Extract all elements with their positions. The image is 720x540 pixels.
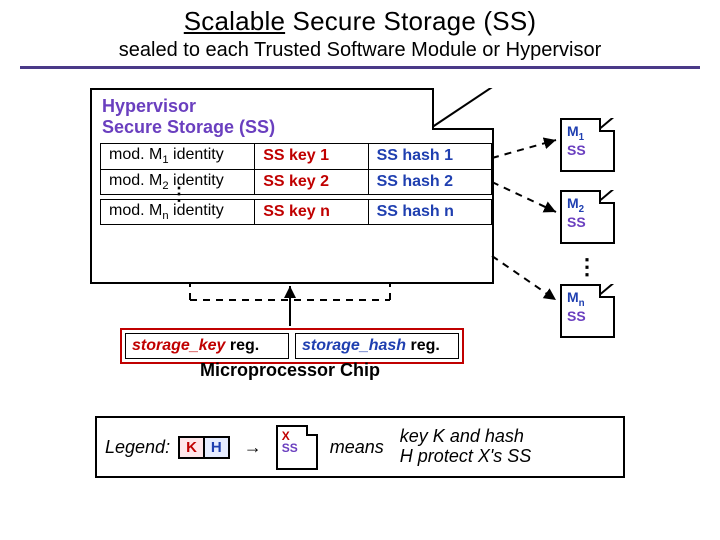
storage-key-register: storage_key reg. [125,333,289,359]
module-ss-doc: M1 SS [560,118,615,172]
chip-caption: Microprocessor Chip [120,360,460,381]
legend-means: means [330,437,384,458]
table-row: mod. Mn identity SS key n SS hash n [101,199,492,224]
cell-hash: SS hash n [368,199,491,224]
vertical-ellipsis-icon: ⋮ [576,254,598,280]
table-row: mod. M1 identity SS key 1 SS hash 1 [101,144,492,169]
legend-box: Legend: K H → X SS means key K and hashH… [95,416,625,478]
module-ss-doc: M2 SS [560,190,615,244]
legend-h-cell: H [203,436,230,459]
cell-identity: mod. M1 identity [101,144,255,169]
cell-key: SS key n [255,199,368,224]
legend-title: Legend: [105,437,170,458]
vertical-ellipsis-icon: ⋮ [170,184,188,205]
legend-description: key K and hashH protect X's SS [400,427,531,467]
title-rest: Secure Storage (SS) [285,6,536,36]
microprocessor-chip: storage_key reg. storage_hash reg. [120,328,464,364]
legend-ss-doc: X SS [276,425,318,470]
page-title: Scalable Secure Storage (SS) [0,6,720,37]
hvss-table: mod. M1 identity SS key 1 SS hash 1 mod.… [100,143,492,225]
legend-k-cell: K [178,436,205,459]
hypervisor-ss-document: Hypervisor Secure Storage (SS) mod. M1 i… [90,88,494,284]
title-divider [20,66,700,69]
table-row: mod. M2 identity SS key 2 SS hash 2 [101,169,492,194]
title-block: Scalable Secure Storage (SS) sealed to e… [0,0,720,62]
module-ss-doc: Mn SS [560,284,615,338]
cell-key: SS key 2 [255,169,368,194]
title-underlined: Scalable [184,6,285,36]
page-fold-line [434,88,494,128]
page-subtitle: sealed to each Trusted Software Module o… [0,39,720,62]
cell-hash: SS hash 2 [368,169,491,194]
storage-hash-register: storage_hash reg. [295,333,459,359]
cell-key: SS key 1 [255,144,368,169]
arrow-right-icon: → [244,437,262,458]
cell-hash: SS hash 1 [368,144,491,169]
